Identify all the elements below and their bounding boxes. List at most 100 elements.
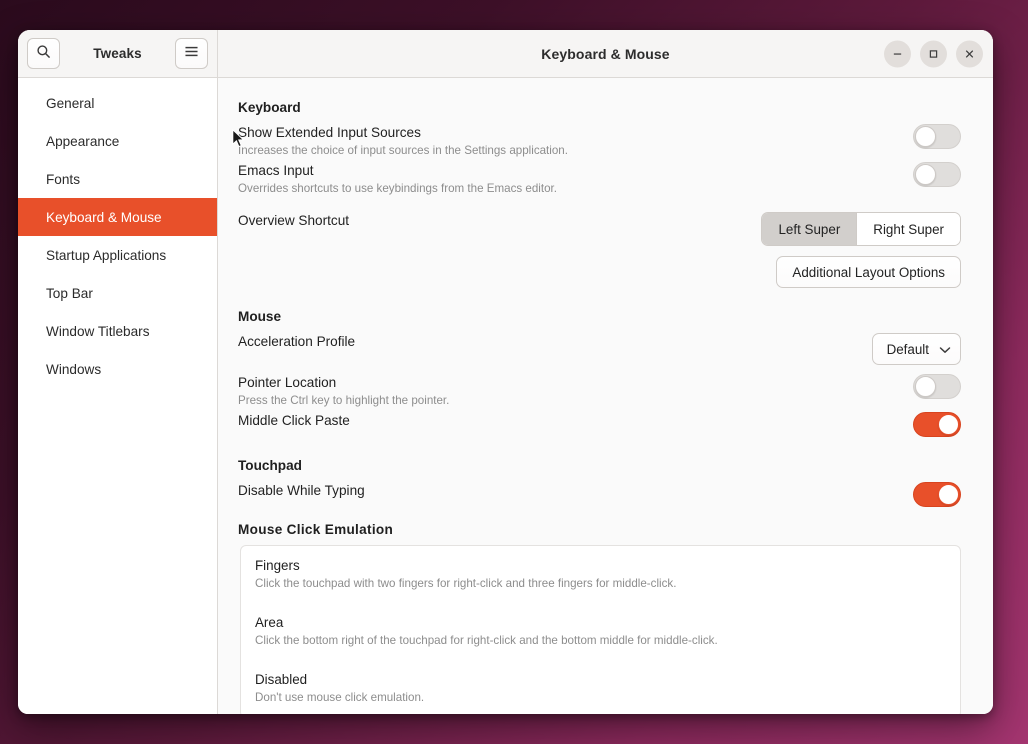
row-control	[913, 373, 961, 399]
sidebar-item-fonts[interactable]: Fonts	[18, 160, 217, 198]
row-control	[913, 123, 961, 149]
toggle-knob	[938, 484, 959, 505]
sidebar-item-appearance[interactable]: Appearance	[18, 122, 217, 160]
row-disable-while-typing: Disable While Typing	[238, 480, 961, 508]
sidebar-item-label: Window Titlebars	[46, 324, 150, 339]
sidebar-header: Tweaks	[18, 30, 218, 77]
row-subtitle: Overrides shortcuts to use keybindings f…	[238, 181, 557, 197]
list-item-title: Fingers	[255, 556, 946, 575]
sidebar-item-label: Top Bar	[46, 286, 93, 301]
pointer-location-toggle[interactable]	[913, 374, 961, 399]
row-overview-shortcut: Overview Shortcut Left Super Right Super	[238, 210, 961, 247]
row-control	[913, 411, 961, 437]
section-heading-mouse-click-emulation: Mouse Click Emulation	[238, 522, 961, 537]
settings-content: Keyboard Show Extended Input Sources Inc…	[218, 78, 993, 714]
search-icon	[36, 44, 51, 64]
list-item-subtitle: Click the bottom right of the touchpad f…	[255, 633, 946, 649]
row-title: Acceleration Profile	[238, 332, 355, 351]
minimize-icon	[892, 48, 903, 59]
sidebar-item-label: Keyboard & Mouse	[46, 210, 162, 225]
row-text: Pointer Location Press the Ctrl key to h…	[238, 373, 465, 409]
sidebar-item-keyboard-and-mouse[interactable]: Keyboard & Mouse	[18, 198, 217, 236]
row-text: Middle Click Paste	[238, 411, 366, 430]
tweaks-window: Tweaks Keyboard & Mouse	[18, 30, 993, 714]
overview-shortcut-option-right-super[interactable]: Right Super	[857, 213, 960, 245]
minimize-button[interactable]	[884, 40, 911, 67]
app-title: Tweaks	[70, 46, 165, 61]
row-additional-layout-options: Additional Layout Options	[238, 254, 961, 289]
row-subtitle: Increases the choice of input sources in…	[238, 143, 568, 159]
list-item-subtitle: Click the touchpad with two fingers for …	[255, 576, 946, 592]
disable-while-typing-toggle[interactable]	[913, 482, 961, 507]
sidebar-item-top-bar[interactable]: Top Bar	[18, 274, 217, 312]
row-title: Emacs Input	[238, 161, 557, 180]
row-title: Disable While Typing	[238, 481, 365, 500]
window-titlebar: Tweaks Keyboard & Mouse	[18, 30, 993, 78]
sidebar-item-general[interactable]: General	[18, 84, 217, 122]
row-control	[913, 161, 961, 187]
row-emacs-input: Emacs Input Overrides shortcuts to use k…	[238, 160, 961, 198]
row-text: Overview Shortcut	[238, 211, 365, 230]
row-text: Acceleration Profile	[238, 332, 371, 351]
row-acceleration-profile: Acceleration Profile Default	[238, 331, 961, 366]
toggle-knob	[915, 376, 936, 397]
toggle-knob	[915, 164, 936, 185]
row-text: Disable While Typing	[238, 481, 381, 500]
window-controls	[884, 40, 983, 67]
show-extended-input-sources-toggle[interactable]	[913, 124, 961, 149]
main-menu-button[interactable]	[175, 38, 208, 69]
chevron-down-icon	[939, 342, 951, 357]
list-item-fingers[interactable]: Fingers Click the touchpad with two fing…	[241, 546, 960, 603]
maximize-icon	[928, 48, 939, 59]
row-text: Show Extended Input Sources Increases th…	[238, 123, 584, 159]
row-middle-click-paste: Middle Click Paste	[238, 410, 961, 438]
section-heading-keyboard: Keyboard	[238, 100, 961, 115]
close-icon	[964, 48, 975, 59]
window-body: General Appearance Fonts Keyboard & Mous…	[18, 78, 993, 714]
sidebar-item-label: Windows	[46, 362, 101, 377]
row-show-extended-input-sources: Show Extended Input Sources Increases th…	[238, 122, 961, 160]
acceleration-profile-value: Default	[887, 342, 929, 357]
spacer	[238, 289, 961, 309]
row-control: Additional Layout Options	[776, 255, 961, 288]
emacs-input-toggle[interactable]	[913, 162, 961, 187]
row-title: Pointer Location	[238, 373, 449, 392]
search-button[interactable]	[27, 38, 60, 69]
section-heading-mouse: Mouse	[238, 309, 961, 324]
list-item-subtitle: Don't use mouse click emulation.	[255, 690, 946, 706]
list-item-disabled[interactable]: Disabled Don't use mouse click emulation…	[241, 660, 960, 714]
spacer	[238, 508, 961, 522]
sidebar-item-windows[interactable]: Windows	[18, 350, 217, 388]
overview-shortcut-segmented-control: Left Super Right Super	[761, 212, 961, 246]
titlebar-right: Keyboard & Mouse	[218, 30, 993, 77]
overview-shortcut-option-left-super[interactable]: Left Super	[762, 213, 857, 245]
sidebar-item-window-titlebars[interactable]: Window Titlebars	[18, 312, 217, 350]
row-title: Middle Click Paste	[238, 411, 350, 430]
row-title: Show Extended Input Sources	[238, 123, 568, 142]
sidebar-item-label: Appearance	[46, 134, 119, 149]
row-pointer-location: Pointer Location Press the Ctrl key to h…	[238, 372, 961, 410]
toggle-knob	[915, 126, 936, 147]
mouse-click-emulation-list: Fingers Click the touchpad with two fing…	[240, 545, 961, 714]
list-item-title: Disabled	[255, 670, 946, 689]
list-item-title: Area	[255, 613, 946, 632]
sidebar-item-startup-applications[interactable]: Startup Applications	[18, 236, 217, 274]
row-text: Emacs Input Overrides shortcuts to use k…	[238, 161, 573, 197]
row-control: Left Super Right Super	[761, 211, 961, 246]
spacer	[238, 247, 961, 254]
acceleration-profile-dropdown[interactable]: Default	[872, 333, 961, 365]
sidebar-item-label: Fonts	[46, 172, 80, 187]
additional-layout-options-button[interactable]: Additional Layout Options	[776, 256, 961, 288]
sidebar: General Appearance Fonts Keyboard & Mous…	[18, 78, 218, 714]
row-subtitle: Press the Ctrl key to highlight the poin…	[238, 393, 449, 409]
maximize-button[interactable]	[920, 40, 947, 67]
middle-click-paste-toggle[interactable]	[913, 412, 961, 437]
list-item-area[interactable]: Area Click the bottom right of the touch…	[241, 603, 960, 660]
close-button[interactable]	[956, 40, 983, 67]
hamburger-menu-icon	[184, 45, 199, 63]
row-control	[913, 481, 961, 507]
spacer	[238, 438, 961, 458]
section-heading-touchpad: Touchpad	[238, 458, 961, 473]
page-title: Keyboard & Mouse	[541, 46, 669, 62]
sidebar-item-label: Startup Applications	[46, 248, 166, 263]
